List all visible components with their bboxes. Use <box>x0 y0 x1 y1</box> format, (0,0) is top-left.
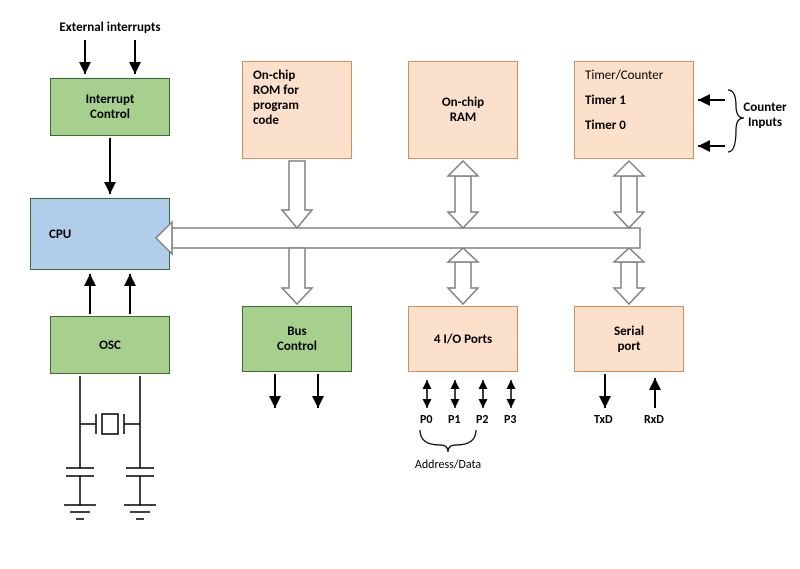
timer0-label: Timer 0 <box>585 118 626 133</box>
p0-label: P0 <box>420 413 432 427</box>
ram-block: On-chip RAM <box>408 61 518 159</box>
rxd-label: RxD <box>644 413 664 427</box>
cpu-block: CPU <box>30 198 170 270</box>
serial-port-block: Serial port <box>574 306 684 372</box>
bus-control-block: Bus Control <box>242 306 352 372</box>
external-interrupts-label: External interrupts <box>40 20 180 35</box>
txd-label: TxD <box>594 413 613 427</box>
io-ports-block: 4 I/O Ports <box>408 306 518 372</box>
p3-label: P3 <box>504 413 516 427</box>
interrupt-control-block: Interrupt Control <box>50 78 170 136</box>
timer1-label: Timer 1 <box>585 93 626 108</box>
timer-block: Timer/Counter Timer 1 Timer 0 <box>574 61 694 159</box>
timer-header: Timer/Counter <box>585 68 663 83</box>
rom-block: On-chip ROM for program code <box>242 61 352 159</box>
address-data-label: Address/Data <box>408 458 488 472</box>
p1-label: P1 <box>448 413 460 427</box>
counter-inputs-label: Counter Inputs <box>735 100 795 130</box>
p2-label: P2 <box>476 413 488 427</box>
osc-block: OSC <box>50 316 170 374</box>
